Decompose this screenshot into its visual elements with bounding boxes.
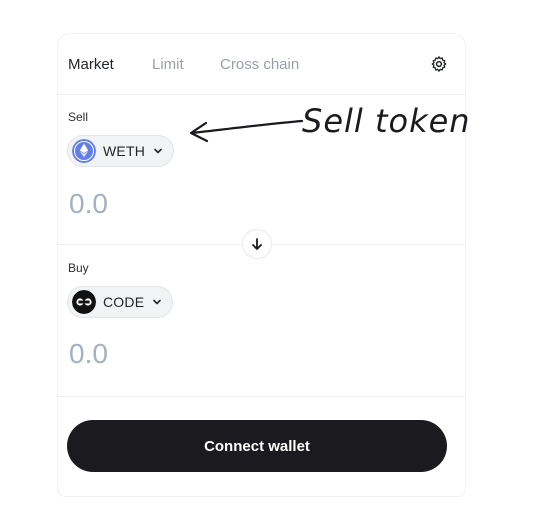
swap-tabs: Market Limit Cross chain xyxy=(58,34,465,95)
gear-icon[interactable] xyxy=(430,55,448,73)
chevron-down-icon xyxy=(153,299,162,305)
tab-cross-chain[interactable]: Cross chain xyxy=(220,56,299,73)
buy-label: Buy xyxy=(68,261,89,275)
sell-label: Sell xyxy=(68,110,89,124)
swap-direction-button[interactable] xyxy=(242,229,272,259)
section-divider xyxy=(58,396,465,397)
buy-amount-input[interactable] xyxy=(69,336,369,372)
tab-market[interactable]: Market xyxy=(68,56,114,73)
arrow-left-icon xyxy=(189,119,304,143)
arrow-down-icon xyxy=(252,238,262,250)
sell-token-selector[interactable]: WETH xyxy=(67,135,175,167)
chevron-down-icon xyxy=(154,148,162,154)
tab-limit[interactable]: Limit xyxy=(152,56,184,73)
connect-wallet-button[interactable]: Connect wallet xyxy=(67,420,447,472)
buy-token-selector[interactable]: CODE xyxy=(67,286,174,318)
buy-token-symbol: CODE xyxy=(103,294,145,310)
ethereum-logo-icon xyxy=(72,139,96,163)
code-token-logo-icon xyxy=(72,290,96,314)
sell-amount-input[interactable] xyxy=(69,186,369,222)
annotation-label: Sell token xyxy=(302,102,471,140)
sell-token-symbol: WETH xyxy=(103,143,146,159)
